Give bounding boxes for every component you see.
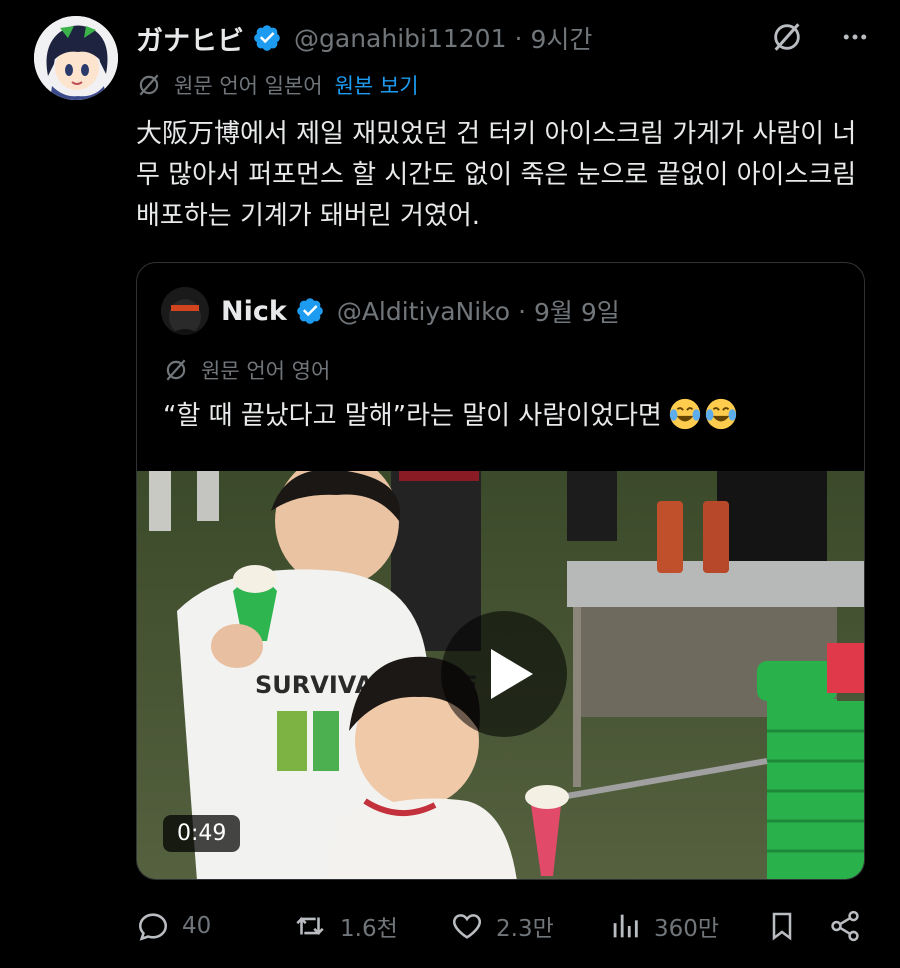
masked-avatar-icon bbox=[161, 287, 209, 335]
more-icon[interactable] bbox=[840, 22, 870, 52]
translate-icon bbox=[166, 359, 186, 381]
video-duration-badge: 0:49 bbox=[163, 815, 241, 852]
play-icon bbox=[491, 649, 533, 699]
views-button[interactable]: 360만 bbox=[608, 904, 719, 948]
quoted-tweet[interactable]: Nick @AlditiyaNiko · 9월 9일 원문 언어 영어 “할 때… bbox=[136, 262, 865, 880]
author-display-name[interactable]: ガナヒビ bbox=[136, 19, 244, 58]
reply-icon bbox=[138, 913, 168, 941]
translation-label: 원문 언어 일본어 bbox=[174, 74, 323, 98]
grok-icon[interactable] bbox=[770, 20, 804, 54]
tweet-header: ガナヒビ @ganahibi11201 · 9시간 bbox=[136, 18, 870, 58]
anime-avatar-icon bbox=[34, 16, 118, 100]
translate-icon bbox=[139, 74, 159, 96]
quoted-tweet-header: Nick @AlditiyaNiko · 9월 9일 bbox=[161, 287, 620, 335]
quoted-translation-label: 원문 언어 영어 bbox=[201, 359, 331, 383]
author-handle[interactable]: @ganahibi11201 bbox=[294, 24, 507, 53]
repost-count: 1.6천 bbox=[340, 916, 398, 942]
laughing-emoji-icon bbox=[705, 398, 736, 429]
share-icon bbox=[831, 910, 859, 942]
play-button[interactable] bbox=[441, 611, 567, 737]
quoted-author-handle[interactable]: @AlditiyaNiko bbox=[337, 297, 510, 326]
quoted-tweet-body: “할 때 끝났다고 말해”라는 말이 사람이었다면 bbox=[163, 401, 662, 431]
show-original-link[interactable]: 원본 보기 bbox=[335, 70, 419, 100]
bookmark-button[interactable] bbox=[766, 904, 810, 948]
bookmark-icon bbox=[772, 912, 792, 941]
separator-dot: · bbox=[518, 296, 527, 326]
share-button[interactable] bbox=[828, 904, 874, 948]
quoted-translation-notice: 원문 언어 영어 bbox=[163, 355, 330, 385]
verified-badge-icon[interactable] bbox=[252, 23, 282, 53]
separator-dot: · bbox=[514, 23, 523, 53]
quoted-tweet-text: “할 때 끝났다고 말해”라는 말이 사람이었다면 bbox=[163, 395, 738, 432]
view-count: 360만 bbox=[654, 916, 720, 942]
tweet-time[interactable]: 9시간 bbox=[530, 20, 592, 56]
video-player[interactable]: SURVIVAL MODE 0:49 bbox=[137, 471, 864, 879]
views-icon bbox=[613, 914, 638, 938]
repost-icon bbox=[296, 917, 324, 935]
like-icon bbox=[452, 914, 482, 939]
quoted-author-display-name[interactable]: Nick bbox=[221, 296, 287, 327]
like-button[interactable]: 2.3만 bbox=[450, 904, 554, 948]
verified-badge-icon[interactable] bbox=[295, 296, 325, 326]
like-count: 2.3만 bbox=[496, 916, 554, 942]
quoted-tweet-time[interactable]: 9월 9일 bbox=[534, 293, 620, 329]
translation-notice: 원문 언어 일본어 원본 보기 bbox=[136, 70, 419, 100]
reply-count: 40 bbox=[182, 913, 212, 939]
tweet-text: 大阪万博에서 제일 재밌었던 건 터키 아이스크림 가게가 사람이 너무 많아서… bbox=[136, 119, 857, 231]
laughing-emoji-icon bbox=[669, 398, 700, 429]
quoted-author-avatar[interactable] bbox=[161, 287, 209, 335]
reply-button[interactable]: 40 bbox=[136, 904, 211, 948]
repost-button[interactable]: 1.6천 bbox=[292, 904, 398, 948]
tweet-actions-bar: 40 1.6천 2.3만 360만 bbox=[136, 904, 866, 948]
author-avatar[interactable] bbox=[34, 16, 118, 100]
